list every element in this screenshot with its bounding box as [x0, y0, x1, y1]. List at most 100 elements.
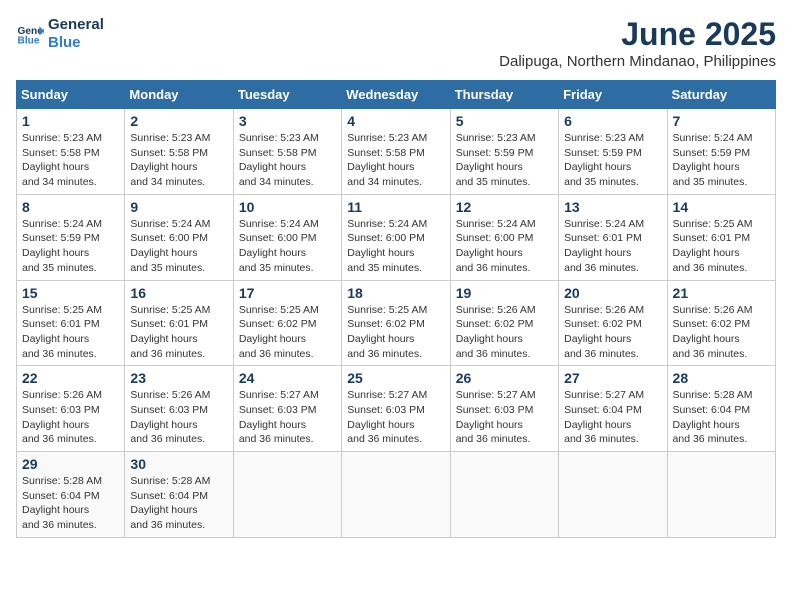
- day-detail: Sunrise: 5:25 AM Sunset: 6:01 PM Dayligh…: [130, 303, 227, 362]
- day-detail: Sunrise: 5:24 AM Sunset: 6:00 PM Dayligh…: [130, 217, 227, 276]
- day-detail: Sunrise: 5:25 AM Sunset: 6:02 PM Dayligh…: [239, 303, 336, 362]
- day-detail: Sunrise: 5:25 AM Sunset: 6:02 PM Dayligh…: [347, 303, 444, 362]
- day-detail: Sunrise: 5:23 AM Sunset: 5:58 PM Dayligh…: [130, 131, 227, 190]
- day-number: 7: [673, 113, 770, 129]
- calendar-table: Sunday Monday Tuesday Wednesday Thursday…: [16, 80, 776, 538]
- day-detail: Sunrise: 5:26 AM Sunset: 6:02 PM Dayligh…: [564, 303, 661, 362]
- day-number: 28: [673, 370, 770, 386]
- calendar-cell: 22 Sunrise: 5:26 AM Sunset: 6:03 PM Dayl…: [17, 366, 125, 452]
- month-year: June 2025: [499, 16, 776, 53]
- calendar-cell: 30 Sunrise: 5:28 AM Sunset: 6:04 PM Dayl…: [125, 452, 233, 538]
- day-detail: Sunrise: 5:28 AM Sunset: 6:04 PM Dayligh…: [673, 388, 770, 447]
- logo-blue: Blue: [48, 34, 81, 51]
- day-number: 1: [22, 113, 119, 129]
- day-detail: Sunrise: 5:28 AM Sunset: 6:04 PM Dayligh…: [130, 474, 227, 533]
- week-row-4: 22 Sunrise: 5:26 AM Sunset: 6:03 PM Dayl…: [17, 366, 776, 452]
- header-saturday: Saturday: [667, 81, 775, 109]
- calendar-cell: 14 Sunrise: 5:25 AM Sunset: 6:01 PM Dayl…: [667, 194, 775, 280]
- day-number: 9: [130, 199, 227, 215]
- day-detail: Sunrise: 5:23 AM Sunset: 5:58 PM Dayligh…: [22, 131, 119, 190]
- calendar-cell: 24 Sunrise: 5:27 AM Sunset: 6:03 PM Dayl…: [233, 366, 341, 452]
- day-number: 26: [456, 370, 553, 386]
- calendar-cell: 17 Sunrise: 5:25 AM Sunset: 6:02 PM Dayl…: [233, 280, 341, 366]
- day-number: 15: [22, 285, 119, 301]
- header-wednesday: Wednesday: [342, 81, 450, 109]
- calendar-cell: [233, 452, 341, 538]
- day-detail: Sunrise: 5:24 AM Sunset: 6:00 PM Dayligh…: [347, 217, 444, 276]
- calendar-cell: 18 Sunrise: 5:25 AM Sunset: 6:02 PM Dayl…: [342, 280, 450, 366]
- calendar-cell: 10 Sunrise: 5:24 AM Sunset: 6:00 PM Dayl…: [233, 194, 341, 280]
- day-number: 17: [239, 285, 336, 301]
- weekday-header-row: Sunday Monday Tuesday Wednesday Thursday…: [17, 81, 776, 109]
- calendar-cell: 4 Sunrise: 5:23 AM Sunset: 5:58 PM Dayli…: [342, 109, 450, 195]
- logo: General Blue General Blue: [16, 16, 104, 52]
- day-detail: Sunrise: 5:24 AM Sunset: 6:01 PM Dayligh…: [564, 217, 661, 276]
- day-number: 13: [564, 199, 661, 215]
- day-detail: Sunrise: 5:24 AM Sunset: 6:00 PM Dayligh…: [456, 217, 553, 276]
- day-detail: Sunrise: 5:25 AM Sunset: 6:01 PM Dayligh…: [22, 303, 119, 362]
- day-number: 24: [239, 370, 336, 386]
- day-detail: Sunrise: 5:27 AM Sunset: 6:04 PM Dayligh…: [564, 388, 661, 447]
- calendar-cell: 1 Sunrise: 5:23 AM Sunset: 5:58 PM Dayli…: [17, 109, 125, 195]
- calendar-cell: 11 Sunrise: 5:24 AM Sunset: 6:00 PM Dayl…: [342, 194, 450, 280]
- header-friday: Friday: [559, 81, 667, 109]
- day-number: 27: [564, 370, 661, 386]
- day-number: 25: [347, 370, 444, 386]
- day-detail: Sunrise: 5:27 AM Sunset: 6:03 PM Dayligh…: [347, 388, 444, 447]
- calendar-cell: [450, 452, 558, 538]
- day-detail: Sunrise: 5:23 AM Sunset: 5:58 PM Dayligh…: [239, 131, 336, 190]
- day-number: 8: [22, 199, 119, 215]
- day-detail: Sunrise: 5:26 AM Sunset: 6:03 PM Dayligh…: [130, 388, 227, 447]
- day-detail: Sunrise: 5:27 AM Sunset: 6:03 PM Dayligh…: [456, 388, 553, 447]
- day-detail: Sunrise: 5:28 AM Sunset: 6:04 PM Dayligh…: [22, 474, 119, 533]
- calendar-cell: [667, 452, 775, 538]
- day-detail: Sunrise: 5:26 AM Sunset: 6:03 PM Dayligh…: [22, 388, 119, 447]
- header-thursday: Thursday: [450, 81, 558, 109]
- calendar-cell: 29 Sunrise: 5:28 AM Sunset: 6:04 PM Dayl…: [17, 452, 125, 538]
- day-number: 4: [347, 113, 444, 129]
- day-number: 21: [673, 285, 770, 301]
- logo-text: General Blue: [48, 16, 104, 52]
- day-number: 3: [239, 113, 336, 129]
- header-sunday: Sunday: [17, 81, 125, 109]
- calendar-cell: [559, 452, 667, 538]
- calendar-cell: 5 Sunrise: 5:23 AM Sunset: 5:59 PM Dayli…: [450, 109, 558, 195]
- day-detail: Sunrise: 5:26 AM Sunset: 6:02 PM Dayligh…: [673, 303, 770, 362]
- calendar-cell: 25 Sunrise: 5:27 AM Sunset: 6:03 PM Dayl…: [342, 366, 450, 452]
- day-detail: Sunrise: 5:23 AM Sunset: 5:59 PM Dayligh…: [456, 131, 553, 190]
- day-detail: Sunrise: 5:24 AM Sunset: 5:59 PM Dayligh…: [673, 131, 770, 190]
- location: Dalipuga, Northern Mindanao, Philippines: [499, 53, 776, 70]
- day-number: 5: [456, 113, 553, 129]
- calendar-cell: 20 Sunrise: 5:26 AM Sunset: 6:02 PM Dayl…: [559, 280, 667, 366]
- week-row-3: 15 Sunrise: 5:25 AM Sunset: 6:01 PM Dayl…: [17, 280, 776, 366]
- logo-icon: General Blue: [16, 20, 44, 48]
- logo-general: General: [48, 16, 104, 33]
- header-tuesday: Tuesday: [233, 81, 341, 109]
- day-number: 11: [347, 199, 444, 215]
- day-number: 19: [456, 285, 553, 301]
- calendar-cell: 23 Sunrise: 5:26 AM Sunset: 6:03 PM Dayl…: [125, 366, 233, 452]
- day-detail: Sunrise: 5:25 AM Sunset: 6:01 PM Dayligh…: [673, 217, 770, 276]
- calendar-cell: 8 Sunrise: 5:24 AM Sunset: 5:59 PM Dayli…: [17, 194, 125, 280]
- calendar-cell: 6 Sunrise: 5:23 AM Sunset: 5:59 PM Dayli…: [559, 109, 667, 195]
- day-number: 30: [130, 456, 227, 472]
- week-row-5: 29 Sunrise: 5:28 AM Sunset: 6:04 PM Dayl…: [17, 452, 776, 538]
- day-number: 20: [564, 285, 661, 301]
- calendar-cell: [342, 452, 450, 538]
- week-row-2: 8 Sunrise: 5:24 AM Sunset: 5:59 PM Dayli…: [17, 194, 776, 280]
- day-detail: Sunrise: 5:27 AM Sunset: 6:03 PM Dayligh…: [239, 388, 336, 447]
- calendar-cell: 19 Sunrise: 5:26 AM Sunset: 6:02 PM Dayl…: [450, 280, 558, 366]
- calendar-cell: 2 Sunrise: 5:23 AM Sunset: 5:58 PM Dayli…: [125, 109, 233, 195]
- calendar-cell: 27 Sunrise: 5:27 AM Sunset: 6:04 PM Dayl…: [559, 366, 667, 452]
- svg-text:Blue: Blue: [18, 35, 40, 46]
- day-number: 29: [22, 456, 119, 472]
- calendar-cell: 13 Sunrise: 5:24 AM Sunset: 6:01 PM Dayl…: [559, 194, 667, 280]
- calendar-cell: 9 Sunrise: 5:24 AM Sunset: 6:00 PM Dayli…: [125, 194, 233, 280]
- calendar-cell: 3 Sunrise: 5:23 AM Sunset: 5:58 PM Dayli…: [233, 109, 341, 195]
- day-detail: Sunrise: 5:23 AM Sunset: 5:58 PM Dayligh…: [347, 131, 444, 190]
- day-number: 18: [347, 285, 444, 301]
- calendar-cell: 7 Sunrise: 5:24 AM Sunset: 5:59 PM Dayli…: [667, 109, 775, 195]
- calendar-cell: 16 Sunrise: 5:25 AM Sunset: 6:01 PM Dayl…: [125, 280, 233, 366]
- day-number: 10: [239, 199, 336, 215]
- calendar-cell: 21 Sunrise: 5:26 AM Sunset: 6:02 PM Dayl…: [667, 280, 775, 366]
